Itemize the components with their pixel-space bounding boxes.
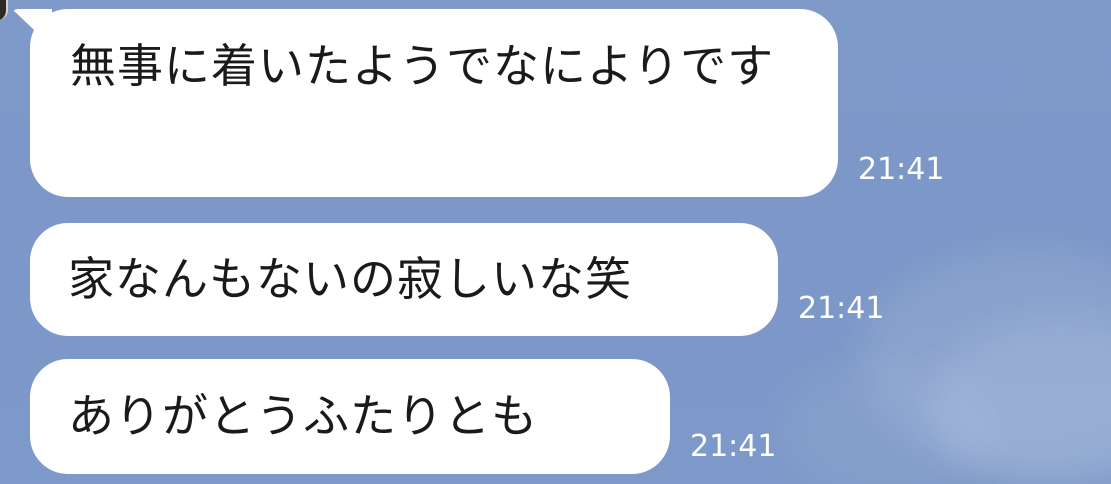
- message-timestamp: 21:41: [690, 429, 777, 464]
- message-text: ありがとうふたりとも: [68, 389, 538, 443]
- message-text: 家なんもないの寂しいな笑: [68, 252, 632, 306]
- message-timestamp: 21:41: [798, 291, 885, 326]
- message-bubble[interactable]: 無事に着いたようでなによりです: [12, 9, 838, 197]
- message-row: 無事に着いたようでなによりです 21:41: [12, 9, 945, 197]
- message-row: 家なんもないの寂しいな笑 21:41: [30, 223, 884, 336]
- message-timestamp: 21:41: [858, 152, 945, 187]
- message-text: 無事に着いたようでなによりです: [70, 39, 775, 93]
- message-bubble[interactable]: 家なんもないの寂しいな笑: [30, 223, 778, 336]
- message-bubble[interactable]: ありがとうふたりとも: [30, 359, 670, 474]
- message-row: ありがとうふたりとも 21:41: [30, 359, 776, 474]
